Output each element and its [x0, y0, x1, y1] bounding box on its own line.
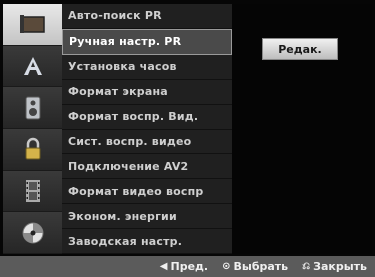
menu-item-auto-search[interactable]: Авто-поиск PR — [62, 4, 232, 29]
hint-previous-label: Пред. — [170, 260, 209, 273]
menu-item-video-system[interactable]: Сист. воспр. видео — [62, 130, 232, 155]
category-lock[interactable] — [3, 129, 62, 171]
category-recording[interactable] — [3, 170, 62, 213]
hint-select: ⊙ Выбрать — [222, 260, 288, 273]
menu-item-power-save[interactable]: Эконом. энергии — [62, 204, 232, 230]
menu-item-screen-format[interactable]: Формат экрана — [62, 80, 232, 105]
left-arrow-icon: ◀ — [159, 261, 168, 272]
hint-select-label: Выбрать — [233, 260, 289, 273]
option-panel: Редак. — [232, 4, 372, 254]
navigation-hint-bar: ◀ Пред. ⊙ Выбрать ⎌ Закрыть — [0, 256, 375, 277]
menu-item-factory-reset[interactable]: Заводская настр. — [62, 229, 232, 255]
edit-button[interactable]: Редак. — [262, 38, 338, 60]
screen-icon — [18, 14, 48, 34]
hint-close: ⎌ Закрыть — [302, 260, 367, 273]
menu-item-manual-tuning[interactable]: Ручная настр. PR — [62, 28, 232, 55]
lock-icon — [23, 137, 43, 161]
settings-menu-list: Авто-поиск PR Ручная настр. PR Установка… — [62, 4, 232, 255]
menu-item-clock-setup[interactable]: Установка часов — [62, 55, 232, 80]
category-icon-column — [3, 4, 62, 255]
film-icon — [24, 179, 42, 203]
speaker-icon — [23, 96, 43, 120]
disc-icon — [21, 221, 45, 245]
menu-item-video-playback-format[interactable]: Формат видео воспр — [62, 179, 232, 205]
category-language[interactable] — [3, 45, 62, 88]
setup-menu-screen: Авто-поиск PR Ручная настр. PR Установка… — [0, 0, 375, 277]
letter-a-icon — [21, 55, 45, 77]
hint-previous: ◀ Пред. — [160, 260, 208, 273]
category-disc[interactable] — [3, 212, 62, 255]
hint-close-label: Закрыть — [313, 260, 367, 273]
category-display[interactable] — [3, 4, 62, 46]
menu-item-av2-connection[interactable]: Подключение AV2 — [62, 154, 232, 180]
select-icon: ⊙ — [222, 261, 231, 272]
return-icon: ⎌ — [302, 261, 311, 272]
menu-item-video-output-format[interactable]: Формат воспр. Вид. — [62, 105, 232, 130]
category-audio[interactable] — [3, 87, 62, 130]
